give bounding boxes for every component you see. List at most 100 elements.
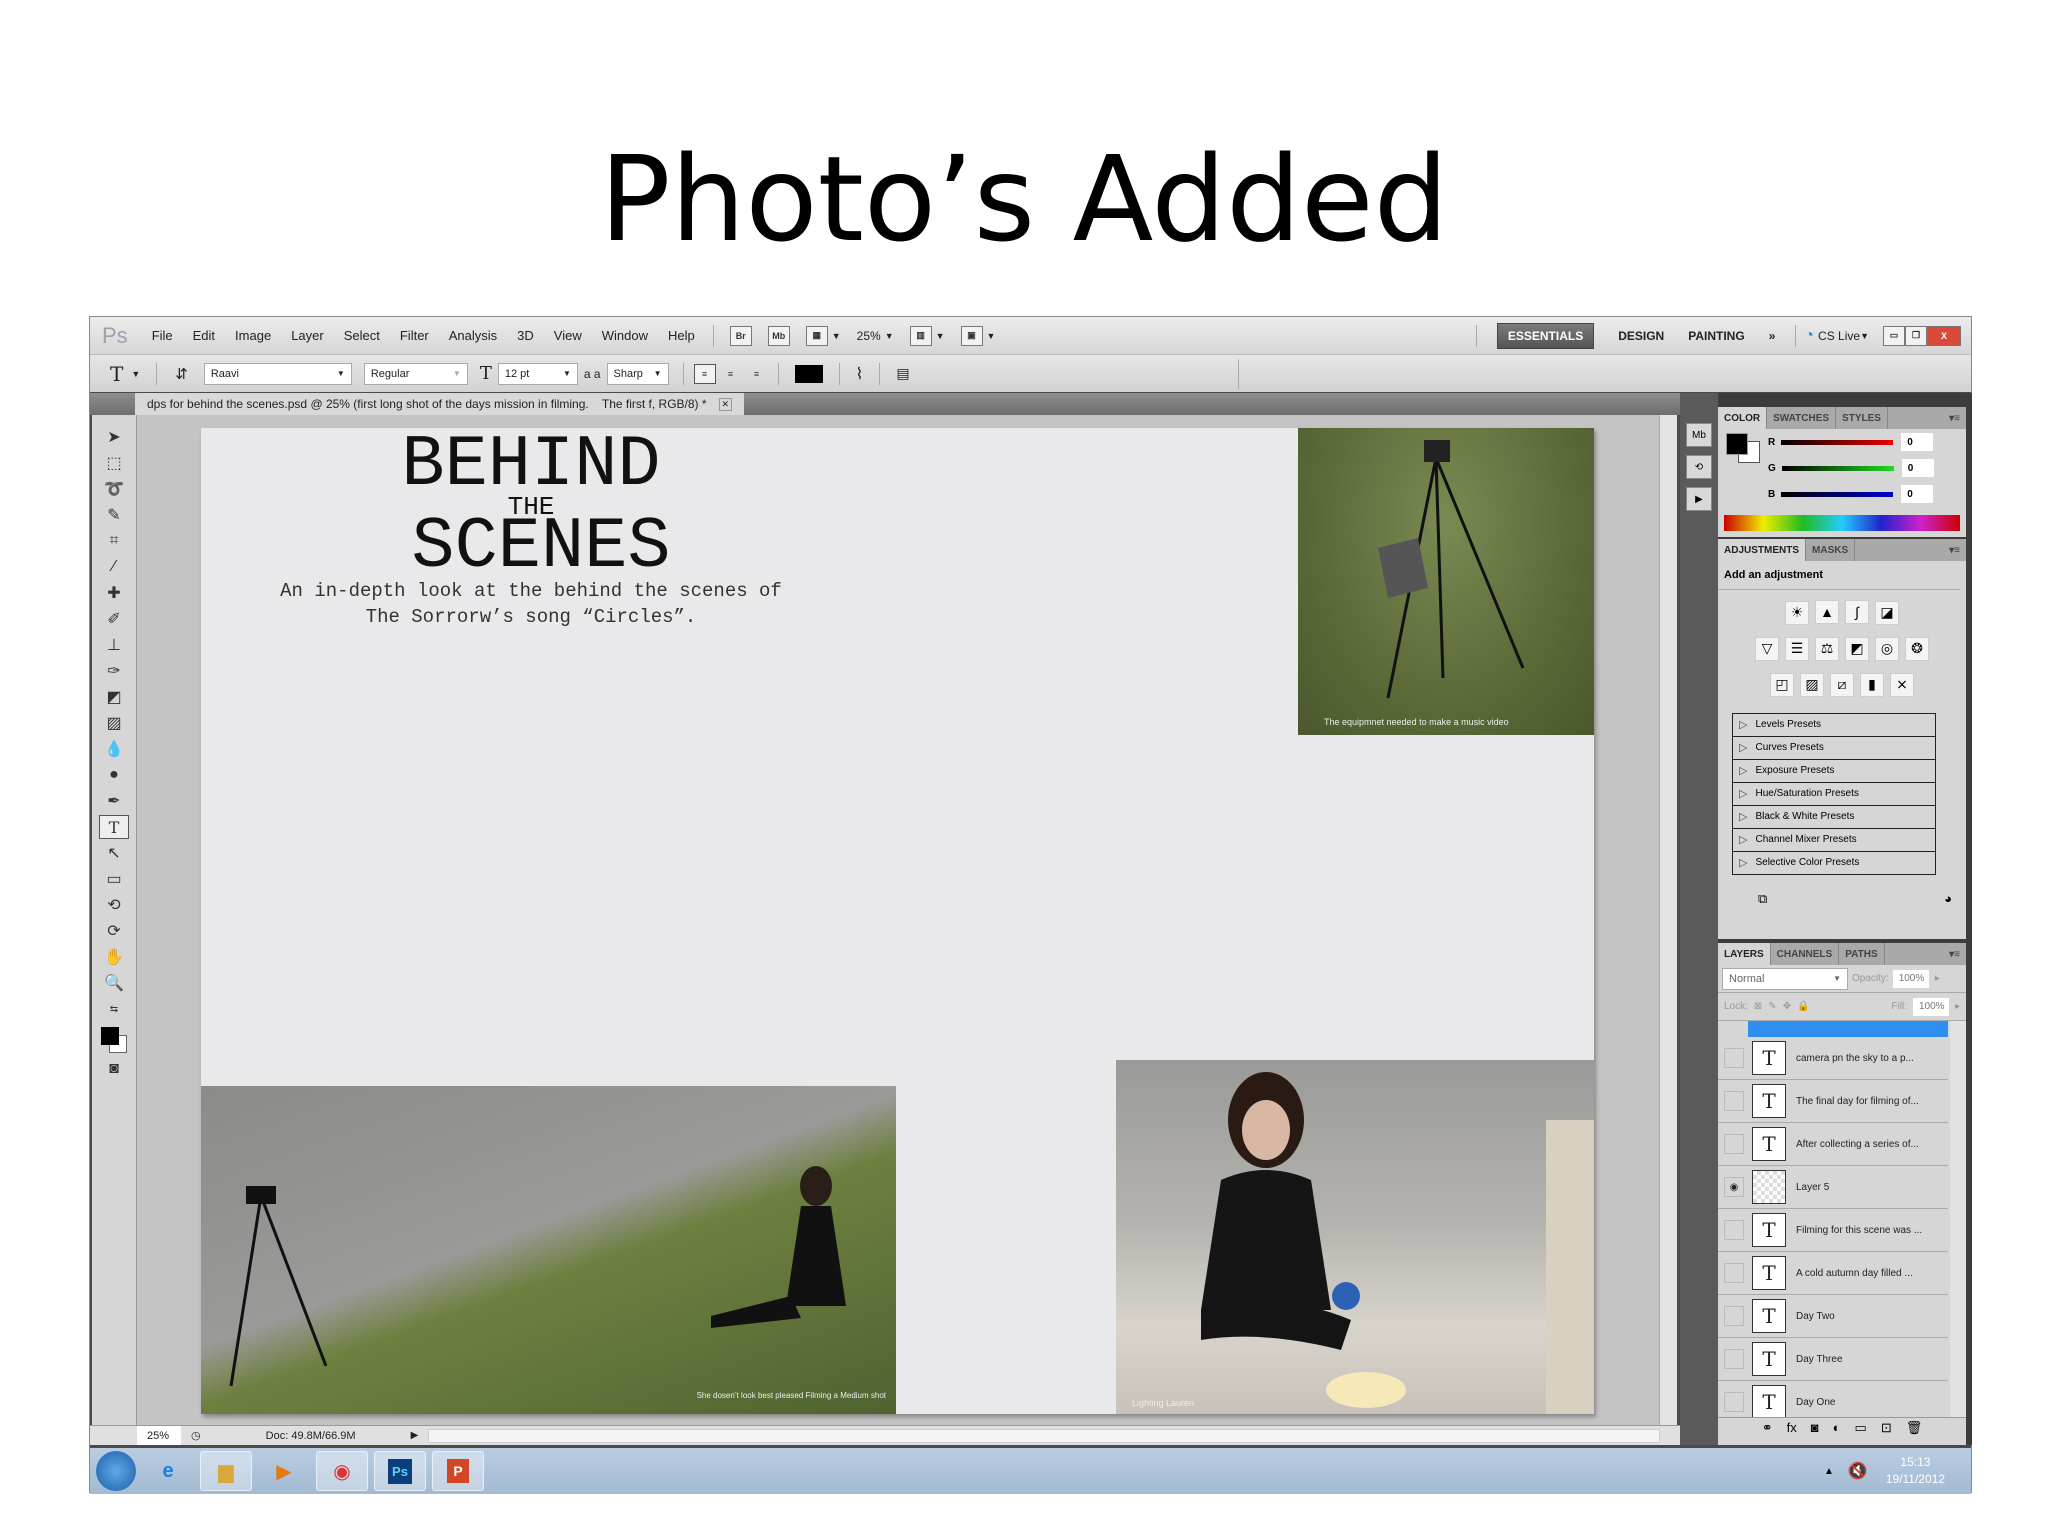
chrome-icon[interactable]: ◉	[316, 1451, 368, 1491]
layer-row[interactable]: T Filming for this scene was ...	[1718, 1209, 1948, 1252]
new-group-icon[interactable]: ▭	[1855, 1420, 1867, 1436]
opacity-input[interactable]: 100%	[1892, 969, 1929, 988]
blend-mode-select[interactable]: Normal ▼	[1722, 967, 1848, 990]
red-value-input[interactable]: 0	[1901, 433, 1934, 451]
brush-tool-icon[interactable]: ✐	[99, 607, 129, 631]
layer-row[interactable]: T A cold autumn day filled ...	[1718, 1252, 1948, 1295]
bridge-button[interactable]: Br	[729, 325, 752, 346]
preset-channel-mixer[interactable]: ▷ Channel Mixer Presets	[1733, 829, 1935, 852]
invert-icon[interactable]: ◰	[1770, 672, 1794, 697]
screen-mode-button[interactable]: ▣	[960, 325, 983, 346]
layer-row[interactable]: Tcamera pn the sky to a p...	[1718, 1037, 1948, 1080]
posterize-icon[interactable]: ▨	[1800, 672, 1824, 697]
add-mask-icon[interactable]: ◙	[1811, 1420, 1819, 1435]
clip-to-layer-icon[interactable]: ⧉	[1758, 891, 1767, 907]
new-adjustment-layer-icon[interactable]: ◐	[1833, 1420, 1841, 1435]
workspace-essentials[interactable]: ESSENTIALS	[1496, 322, 1595, 349]
3d-orbit-tool-icon[interactable]: ⟳	[99, 919, 129, 943]
horizontal-scrollbar[interactable]	[428, 1428, 1660, 1443]
color-balance-icon[interactable]: ⚖	[1815, 636, 1839, 661]
opacity-slider-arrow-icon[interactable]: ▸	[1935, 973, 1940, 984]
visibility-toggle[interactable]	[1724, 1048, 1744, 1068]
preset-exposure[interactable]: ▷ Exposure Presets	[1733, 760, 1935, 783]
cs-live-button[interactable]: CS Live	[1818, 329, 1860, 343]
visibility-toggle-icon[interactable]: ◕	[1944, 891, 1952, 907]
black-white-icon[interactable]: ◩	[1845, 636, 1869, 661]
history-brush-tool-icon[interactable]: ✑	[99, 659, 129, 683]
visibility-toggle[interactable]	[1724, 1392, 1744, 1412]
tab-layers[interactable]: LAYERS	[1718, 943, 1771, 965]
layer-row[interactable]: ◉ Layer 5	[1718, 1166, 1948, 1209]
show-hidden-icons[interactable]: ▲	[1824, 1466, 1834, 1477]
path-selection-tool-icon[interactable]: ↖	[99, 841, 129, 865]
layer-row[interactable]: T The final day for filming of...	[1718, 1080, 1948, 1123]
font-style-select[interactable]: Regular ▼	[363, 362, 468, 385]
fill-input[interactable]: 100%	[1912, 997, 1949, 1016]
arrange-documents-button[interactable]: ▥	[909, 325, 932, 346]
menu-filter[interactable]: Filter	[400, 328, 429, 343]
hand-tool-icon[interactable]: ✋	[99, 945, 129, 969]
mini-bridge-panel-icon[interactable]: Mb	[1686, 423, 1712, 447]
link-layers-icon[interactable]: ⚭	[1762, 1420, 1773, 1436]
volume-icon[interactable]: 🔇	[1848, 1461, 1868, 1481]
anti-alias-select[interactable]: Sharp ▼	[606, 362, 669, 385]
layers-scrollbar[interactable]	[1950, 1021, 1966, 1417]
type-tool-icon[interactable]: T	[99, 815, 129, 839]
align-right-button[interactable]: ≡	[746, 364, 768, 384]
font-size-select[interactable]: 12 pt ▼	[497, 362, 578, 385]
preset-levels[interactable]: ▷ Levels Presets	[1733, 714, 1935, 737]
status-menu-arrow-icon[interactable]: ▶	[411, 1430, 419, 1441]
layer-row[interactable]: T After collecting a series of...	[1718, 1123, 1948, 1166]
menu-help[interactable]: Help	[668, 328, 695, 343]
rectangle-tool-icon[interactable]: ▭	[99, 867, 129, 891]
menu-edit[interactable]: Edit	[193, 328, 215, 343]
menu-window[interactable]: Window	[602, 328, 648, 343]
eye-icon[interactable]: ◉	[1724, 1177, 1744, 1197]
workspace-painting[interactable]: PAINTING	[1688, 329, 1744, 343]
start-button[interactable]	[96, 1451, 136, 1491]
quick-mask-icon[interactable]: ◙	[99, 1057, 129, 1081]
type-tool-preset-icon[interactable]: T	[110, 362, 123, 386]
visibility-toggle[interactable]	[1724, 1306, 1744, 1326]
quick-selection-tool-icon[interactable]: ✎	[99, 503, 129, 527]
selected-layer-row[interactable]	[1748, 1021, 1948, 1037]
gradient-map-icon[interactable]: ▮	[1860, 672, 1884, 697]
green-value-input[interactable]: 0	[1901, 459, 1934, 477]
layer-row[interactable]: T Day Two	[1718, 1295, 1948, 1338]
marquee-tool-icon[interactable]: ⬚	[99, 451, 129, 475]
workspace-design[interactable]: DESIGN	[1618, 329, 1664, 343]
vibrance-icon[interactable]: ▽	[1755, 636, 1779, 661]
vertical-scrollbar[interactable]	[1659, 415, 1677, 1425]
text-color-swatch[interactable]	[794, 364, 823, 383]
panel-menu-icon[interactable]: ▾≡	[1943, 539, 1966, 561]
color-spectrum-ramp[interactable]	[1724, 515, 1960, 531]
more-workspaces-button[interactable]: »	[1769, 329, 1776, 343]
lock-pixels-icon[interactable]: ✎	[1768, 1001, 1776, 1012]
photo-filter-icon[interactable]: ◎	[1875, 636, 1899, 661]
delete-layer-icon[interactable]: 🗑	[1906, 1420, 1923, 1436]
tab-adjustments[interactable]: ADJUSTMENTS	[1718, 539, 1807, 561]
eraser-tool-icon[interactable]: ◩	[99, 685, 129, 709]
lock-position-icon[interactable]: ✥	[1783, 1001, 1791, 1012]
swap-colors-icon[interactable]: ⇆	[99, 997, 129, 1021]
tab-masks[interactable]: MASKS	[1806, 539, 1856, 561]
toggle-text-orientation-icon[interactable]: ⇵	[175, 365, 188, 383]
visibility-toggle[interactable]	[1724, 1220, 1744, 1240]
blue-slider[interactable]: B0	[1768, 481, 1934, 507]
menu-view[interactable]: View	[554, 328, 582, 343]
blue-value-input[interactable]: 0	[1901, 485, 1934, 503]
zoom-tool-icon[interactable]: 🔍	[99, 971, 129, 995]
font-family-select[interactable]: Raavi ▼	[203, 362, 352, 385]
3d-rotate-tool-icon[interactable]: ⟲	[99, 893, 129, 917]
visibility-toggle[interactable]	[1724, 1091, 1744, 1111]
media-player-icon[interactable]: ▶	[258, 1451, 310, 1491]
selective-color-icon[interactable]: ⨯	[1890, 672, 1914, 697]
lock-all-icon[interactable]: 🔒	[1797, 1001, 1809, 1012]
clock[interactable]: 15:13 19/11/2012	[1886, 1454, 1945, 1488]
threshold-icon[interactable]: ⧄	[1830, 672, 1854, 697]
lasso-tool-icon[interactable]: ➰	[99, 477, 129, 501]
preset-hue-saturation[interactable]: ▷ Hue/Saturation Presets	[1733, 783, 1935, 806]
healing-brush-tool-icon[interactable]: ✚	[99, 581, 129, 605]
foreground-color-swatch[interactable]	[101, 1027, 119, 1045]
close-button[interactable]: X	[1927, 325, 1961, 346]
